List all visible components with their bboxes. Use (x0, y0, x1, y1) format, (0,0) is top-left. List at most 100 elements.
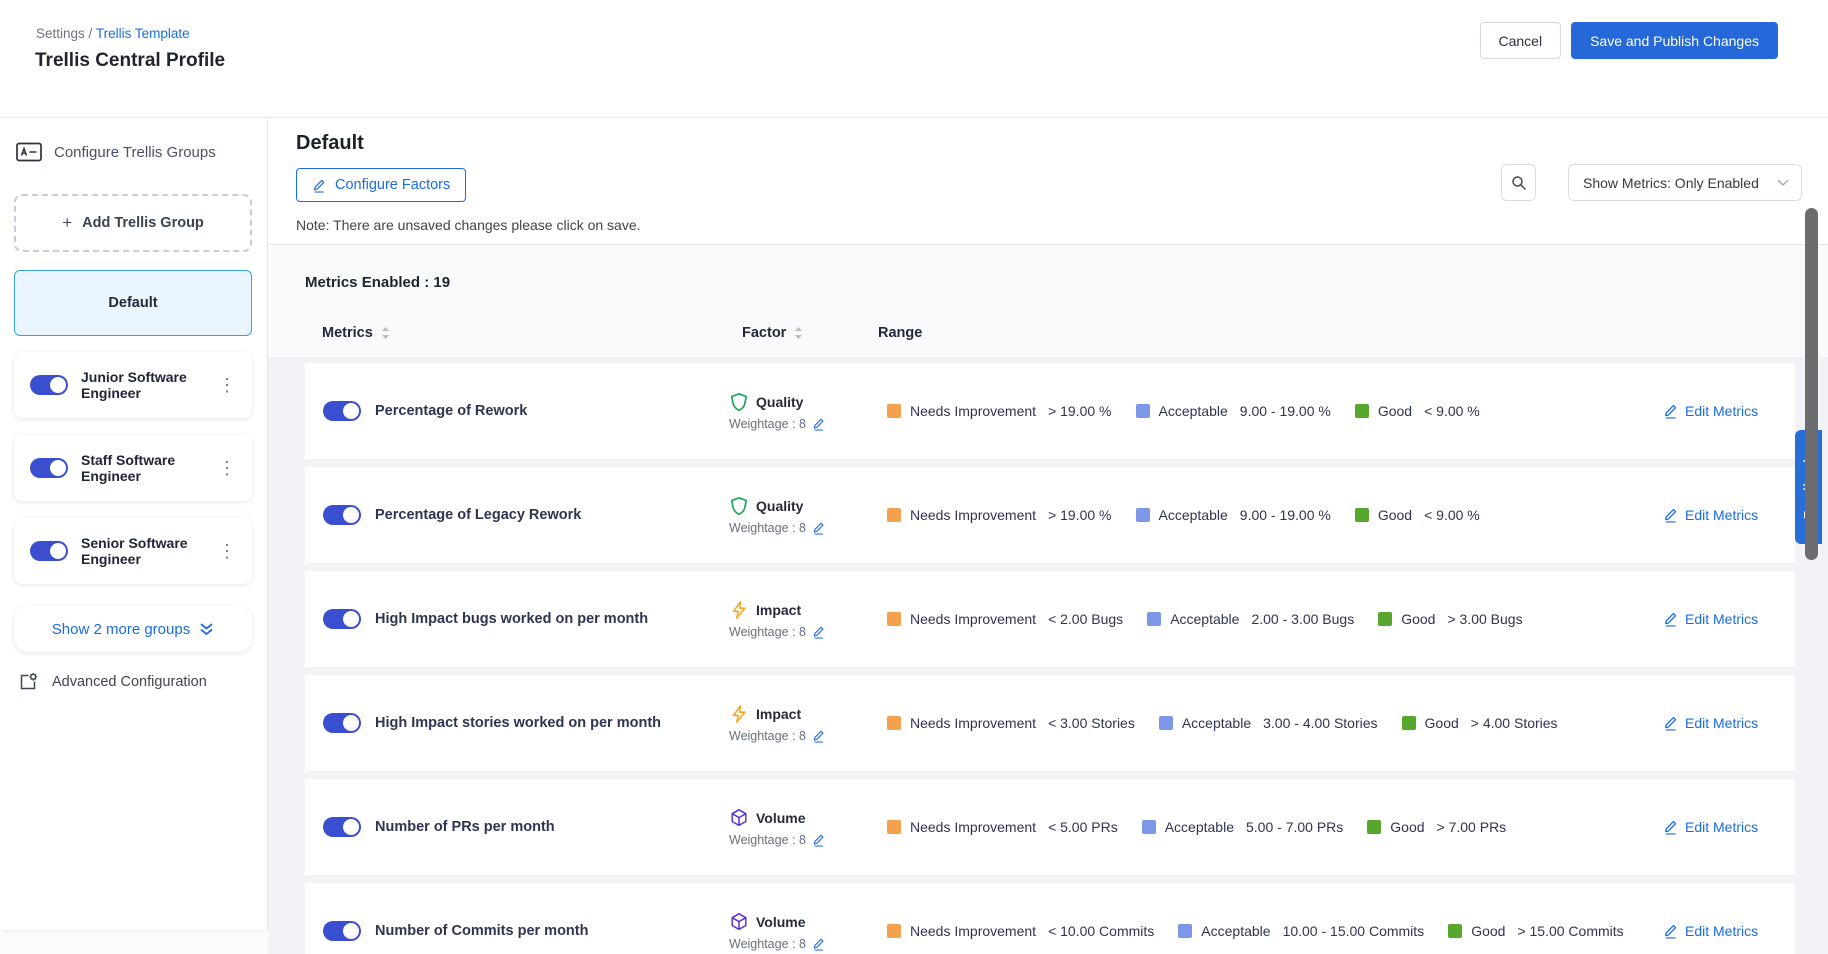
group-toggle[interactable] (30, 458, 68, 478)
column-header-metrics-label: Metrics (322, 325, 373, 341)
search-button[interactable] (1501, 164, 1536, 201)
weightage-text: Weightage : 8 (729, 417, 806, 431)
range-value: < 9.00 % (1424, 507, 1480, 523)
edit-metrics-label: Edit Metrics (1685, 403, 1758, 419)
column-header-factor: Factor (742, 325, 803, 341)
range-color-swatch (1402, 716, 1416, 730)
kebab-menu-icon[interactable]: ⋮ (212, 538, 242, 564)
unsaved-changes-note: Note: There are unsaved changes please c… (296, 217, 641, 233)
metric-toggle[interactable] (323, 505, 361, 525)
edit-metrics-label: Edit Metrics (1685, 507, 1758, 523)
range-label: Needs Improvement (910, 403, 1036, 419)
group-card-default[interactable]: Default (14, 270, 252, 336)
show-metrics-dropdown[interactable]: Show Metrics: Only Enabled (1568, 164, 1802, 201)
range-color-swatch (1378, 612, 1392, 626)
metric-toggle[interactable] (323, 713, 361, 733)
group-card[interactable]: Senior Software Engineer ⋮ (14, 518, 252, 584)
cancel-button[interactable]: Cancel (1480, 22, 1562, 59)
edit-metrics-link[interactable]: Edit Metrics (1637, 715, 1795, 731)
range-label: Needs Improvement (910, 715, 1036, 731)
range-chip: Good < 9.00 % (1355, 403, 1480, 419)
metric-toggle[interactable] (323, 609, 361, 629)
range-label: Acceptable (1165, 819, 1234, 835)
edit-pencil-icon (1663, 715, 1678, 731)
sort-icon[interactable] (794, 326, 803, 340)
save-and-publish-button[interactable]: Save and Publish Changes (1571, 22, 1778, 59)
edit-weightage-icon[interactable] (812, 729, 825, 743)
edit-metrics-link[interactable]: Edit Metrics (1637, 819, 1795, 835)
edit-metrics-link[interactable]: Edit Metrics (1637, 923, 1795, 939)
range-chip: Needs Improvement < 2.00 Bugs (887, 611, 1123, 627)
kebab-menu-icon[interactable]: ⋮ (212, 372, 242, 398)
advanced-configuration-link[interactable]: Advanced Configuration (18, 672, 207, 692)
factor-cell: Impact Weightage : 8 (729, 704, 887, 743)
metric-name: Number of Commits per month (375, 923, 729, 939)
edit-weightage-icon[interactable] (812, 833, 825, 847)
range-color-swatch (1136, 404, 1150, 418)
metric-toggle[interactable] (323, 817, 361, 837)
edit-weightage-icon[interactable] (812, 625, 825, 639)
range-chip: Acceptable 9.00 - 19.00 % (1136, 403, 1331, 419)
group-toggle[interactable] (30, 541, 68, 561)
group-card[interactable]: Junior Software Engineer ⋮ (14, 352, 252, 418)
edit-pencil-icon (1663, 403, 1678, 419)
metric-toggle[interactable] (323, 401, 361, 421)
range-chip: Needs Improvement > 19.00 % (887, 507, 1112, 523)
range-color-swatch (887, 612, 901, 626)
metrics-enabled-count: Metrics Enabled : 19 (305, 274, 450, 291)
advanced-configuration-label: Advanced Configuration (52, 674, 207, 690)
range-color-swatch (1147, 612, 1161, 626)
range-value: > 19.00 % (1048, 507, 1111, 523)
metric-name: Percentage of Legacy Rework (375, 507, 729, 523)
sort-icon[interactable] (381, 326, 390, 340)
table-row: Number of PRs per month Volume Weightage… (305, 779, 1795, 875)
breadcrumb-current[interactable]: Trellis Template (96, 26, 190, 41)
edit-weightage-icon[interactable] (812, 521, 825, 535)
range-list: Needs Improvement < 10.00 Commits Accept… (887, 923, 1637, 939)
show-more-groups-label: Show 2 more groups (52, 621, 190, 638)
main-header: Default Configure Factors Note: There ar… (268, 118, 1828, 245)
factor-cell: Quality Weightage : 8 (729, 392, 887, 431)
range-label: Acceptable (1182, 715, 1251, 731)
factor-cell: Impact Weightage : 8 (729, 600, 887, 639)
group-name: Junior Software Engineer (81, 369, 207, 401)
metrics-table-section: Metrics Enabled : 19 Metrics Factor Rang… (268, 245, 1828, 954)
factor-name: Quality (756, 394, 803, 410)
edit-metrics-link[interactable]: Edit Metrics (1637, 403, 1795, 419)
quality-shield-icon (729, 392, 749, 412)
range-value: > 7.00 PRs (1437, 819, 1507, 835)
range-chip: Acceptable 5.00 - 7.00 PRs (1142, 819, 1344, 835)
edit-metrics-link[interactable]: Edit Metrics (1637, 507, 1795, 523)
range-value: 3.00 - 4.00 Stories (1263, 715, 1377, 731)
configure-factors-button[interactable]: Configure Factors (296, 168, 466, 202)
range-label: Acceptable (1170, 611, 1239, 627)
table-row: High Impact stories worked on per month … (305, 675, 1795, 771)
breadcrumb-root[interactable]: Settings (36, 26, 85, 41)
edit-metrics-link[interactable]: Edit Metrics (1637, 611, 1795, 627)
column-header-range: Range (878, 325, 922, 341)
range-label: Good (1401, 611, 1435, 627)
range-value: > 3.00 Bugs (1447, 611, 1522, 627)
range-chip: Needs Improvement < 3.00 Stories (887, 715, 1135, 731)
edit-weightage-icon[interactable] (812, 937, 825, 951)
range-color-swatch (887, 820, 901, 834)
range-chip: Needs Improvement < 10.00 Commits (887, 923, 1154, 939)
kebab-menu-icon[interactable]: ⋮ (212, 455, 242, 481)
volume-cube-icon (729, 912, 749, 932)
metrics-table-rows: Percentage of Rework Quality Weightage :… (305, 363, 1795, 954)
plus-icon: + (62, 213, 72, 233)
edit-weightage-icon[interactable] (812, 417, 825, 431)
breadcrumb-separator: / (89, 26, 93, 41)
weightage-text: Weightage : 8 (729, 937, 806, 951)
group-toggle[interactable] (30, 375, 68, 395)
column-header-factor-label: Factor (742, 325, 786, 341)
configure-trellis-groups-header: Configure Trellis Groups (16, 142, 216, 162)
add-trellis-group-button[interactable]: + Add Trellis Group (14, 194, 252, 252)
group-card[interactable]: Staff Software Engineer ⋮ (14, 435, 252, 501)
vertical-scrollbar-thumb[interactable] (1805, 208, 1818, 560)
metric-toggle[interactable] (323, 921, 361, 941)
range-value: 9.00 - 19.00 % (1240, 403, 1331, 419)
table-row: High Impact bugs worked on per month Imp… (305, 571, 1795, 667)
show-more-groups-button[interactable]: Show 2 more groups (14, 606, 252, 652)
column-header-metrics: Metrics (322, 325, 390, 341)
